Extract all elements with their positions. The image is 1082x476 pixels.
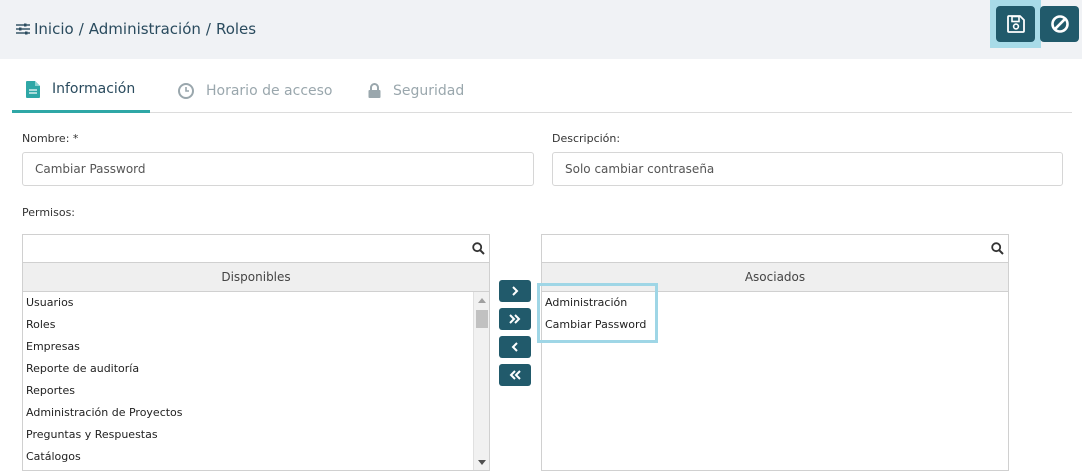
top-header: Inicio / Administración / Roles [0,0,1082,59]
save-button[interactable] [996,6,1035,42]
list-item[interactable]: Catálogos [26,446,81,468]
chevron-left-icon [511,342,518,352]
tab-horario-de-acceso[interactable]: Horario de acceso [178,68,333,113]
descripcion-field[interactable] [552,152,1063,186]
scroll-up-arrow[interactable] [474,292,489,308]
tab-horario-label: Horario de acceso [206,82,333,99]
tab-bar: Información Horario de acceso Seguridad [12,68,1072,113]
lock-icon [368,83,381,98]
nombre-label: Nombre: * [22,132,79,145]
breadcrumb: Inicio / Administración / Roles [16,20,256,38]
caret-down-icon [478,459,486,465]
cancel-button[interactable] [1040,6,1079,42]
asociados-highlight [537,283,658,343]
tab-informacion[interactable]: Información [12,68,150,113]
search-icon[interactable] [991,242,1004,255]
scroll-down-arrow[interactable] [474,454,489,470]
scroll-thumb[interactable] [476,310,488,328]
double-chevron-right-icon [509,314,521,324]
move-selected-right-button[interactable] [499,280,531,302]
sliders-icon [16,23,30,35]
clock-icon [178,82,194,99]
search-icon[interactable] [472,242,485,255]
ban-icon [1050,15,1069,33]
disponibles-list[interactable]: Usuarios Roles Empresas Reporte de audit… [22,292,490,471]
disponibles-search-input[interactable] [23,235,489,262]
list-item[interactable]: Empresas [26,336,80,358]
list-item[interactable]: Administración de Proyectos [26,402,183,424]
list-item[interactable]: Preguntas y Respuestas [26,424,158,446]
caret-up-icon [478,297,486,303]
nombre-field[interactable] [22,152,534,186]
document-icon [26,80,40,98]
list-item[interactable]: Usuarios [26,292,74,314]
tab-informacion-label: Información [52,81,136,97]
list-item[interactable]: Roles [26,314,55,336]
tab-seguridad[interactable]: Seguridad [368,68,464,113]
breadcrumb-separator: / [205,20,211,38]
disponibles-search [22,234,490,263]
breadcrumb-administracion[interactable]: Administración [89,20,201,38]
floppy-disk-icon [1006,15,1025,33]
chevron-right-icon [512,286,519,296]
move-selected-left-button[interactable] [499,336,531,358]
move-all-left-button[interactable] [499,364,531,386]
tab-seguridad-label: Seguridad [393,82,465,99]
move-all-right-button[interactable] [499,308,531,330]
list-item[interactable]: Reporte de auditoría [26,358,139,380]
disponibles-header: Disponibles [22,263,490,292]
list-item[interactable]: Reportes [26,380,75,402]
descripcion-label: Descripción: [552,132,621,145]
permisos-label: Permisos: [22,206,76,219]
disponibles-scrollbar[interactable] [473,292,489,470]
asociados-search [541,234,1009,263]
asociados-search-input[interactable] [542,235,1008,262]
breadcrumb-separator: / [78,20,84,38]
double-chevron-left-icon [509,370,521,380]
breadcrumb-inicio[interactable]: Inicio [34,20,74,38]
breadcrumb-roles: Roles [215,20,257,38]
